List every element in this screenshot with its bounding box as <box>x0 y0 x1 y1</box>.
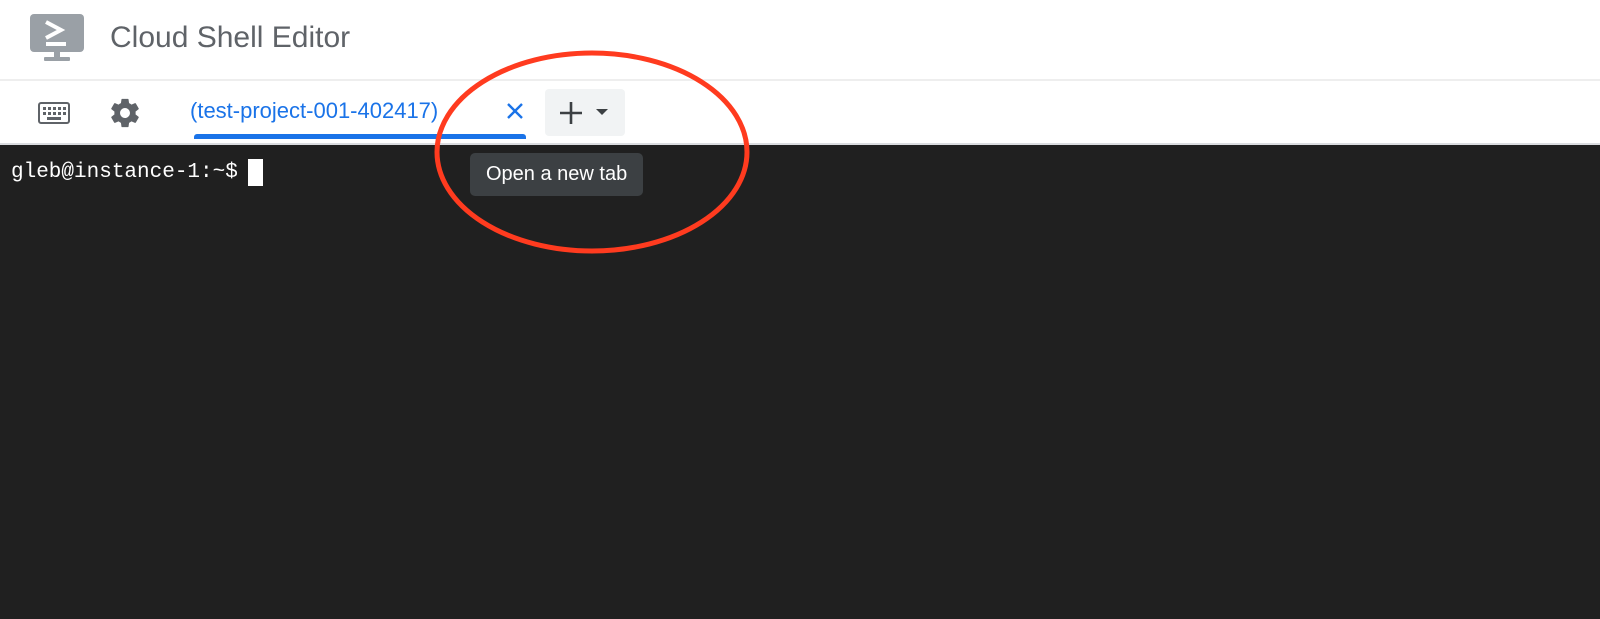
settings-button[interactable] <box>105 95 145 131</box>
tab-label: (test-project-001-402417) <box>190 98 439 123</box>
new-tab-button[interactable] <box>545 89 625 136</box>
caret-down-icon[interactable] <box>595 107 609 117</box>
app-title: Cloud Shell Editor <box>110 21 351 54</box>
terminal-cursor <box>247 159 263 186</box>
terminal-prompt-line: gleb@instance-1:~$ <box>11 159 263 187</box>
gear-icon <box>111 98 139 128</box>
close-icon <box>507 103 523 119</box>
active-tab-indicator <box>194 134 526 139</box>
terminal-area[interactable]: gleb@instance-1:~$ <box>0 143 1600 619</box>
plus-icon <box>560 102 582 124</box>
close-tab-button[interactable] <box>502 98 528 124</box>
app-header: Cloud Shell Editor <box>0 0 1600 81</box>
new-tab-tooltip: Open a new tab <box>470 153 644 196</box>
tab-test-project[interactable]: (test-project-001-402417) <box>188 81 528 143</box>
cloud-shell-terminal-icon <box>30 14 84 62</box>
terminal-prompt: gleb@instance-1:~$ <box>11 161 238 184</box>
keyboard-button[interactable] <box>34 95 74 131</box>
terminal-tab-bar: (test-project-001-402417) <box>0 81 1600 143</box>
keyboard-icon <box>38 102 70 124</box>
cloud-shell-window: Cloud Shell Editor (test-project-001-402… <box>0 0 1600 619</box>
